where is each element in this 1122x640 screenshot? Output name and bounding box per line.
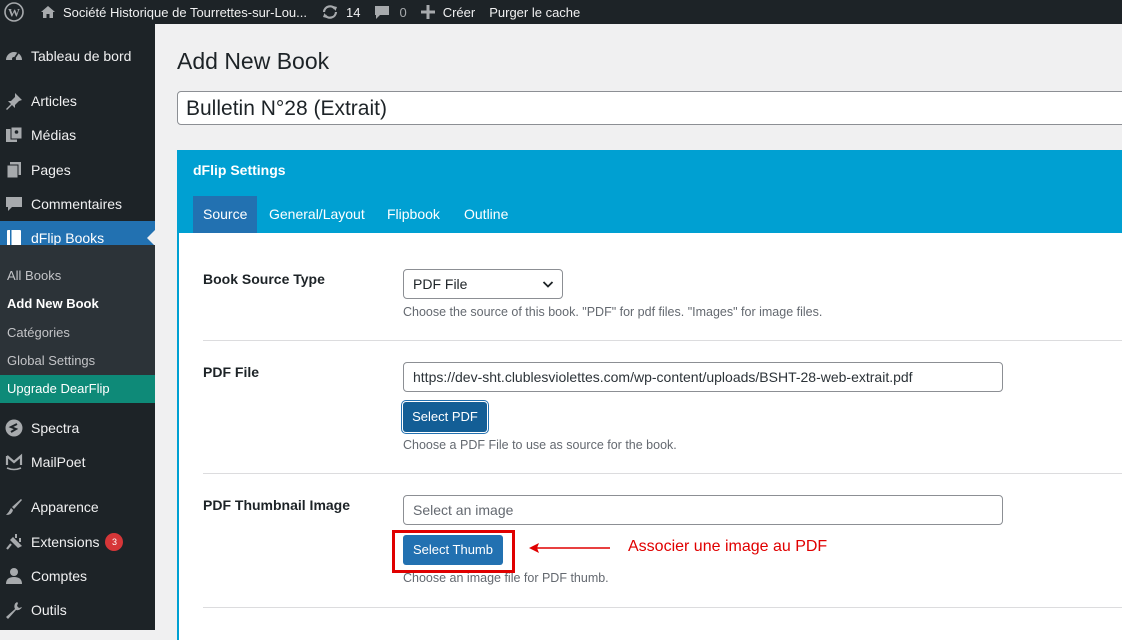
menu-label: Médias xyxy=(31,127,77,143)
menu-item-pages[interactable]: Pages xyxy=(0,153,155,187)
new-content-link[interactable]: Créer xyxy=(414,0,483,24)
svg-text:W: W xyxy=(8,6,20,20)
purge-cache-label: Purger le cache xyxy=(489,4,581,20)
submenu-upgrade-label: Upgrade DearFlip xyxy=(7,381,110,396)
menu-label: dFlip Books xyxy=(31,230,105,246)
menu-label: Articles xyxy=(31,93,77,109)
menu-item-spectra[interactable]: Spectra xyxy=(0,411,155,445)
media-icon xyxy=(4,125,24,145)
updates-count: 14 xyxy=(346,4,361,20)
menu-item-extensions[interactable]: Extensions 3 xyxy=(0,525,155,559)
row-divider xyxy=(203,340,1122,341)
pdf-file-url-input[interactable]: https://dev-sht.clublesviolettes.com/wp-… xyxy=(403,362,1003,392)
select-pdf-button[interactable]: Select PDF xyxy=(403,402,487,432)
menu-item-users[interactable]: Comptes xyxy=(0,559,155,593)
tab-outline[interactable]: Outline xyxy=(454,196,518,233)
purge-cache-link[interactable]: Purger le cache xyxy=(482,0,587,24)
menu-item-appearance[interactable]: Apparence xyxy=(0,490,155,524)
admin-bar: W Société Historique de Tourrettes-sur-L… xyxy=(0,0,1122,24)
tab-flipbook[interactable]: Flipbook xyxy=(377,196,450,233)
pdf-thumbnail-label: PDF Thumbnail Image xyxy=(203,497,351,513)
comments-count: 0 xyxy=(399,4,407,20)
menu-label: Commentaires xyxy=(31,196,123,212)
submenu-all-books[interactable]: All Books xyxy=(7,262,61,290)
submenu-upgrade-dearflip[interactable]: Upgrade DearFlip xyxy=(0,375,155,403)
menu-item-mailpoet[interactable]: MailPoet xyxy=(0,445,155,479)
spectra-icon xyxy=(4,418,24,438)
book-title-input[interactable]: Bulletin N°28 (Extrait) xyxy=(177,91,1122,125)
menu-label: Outils xyxy=(31,602,67,618)
plugin-icon xyxy=(4,532,24,552)
wordpress-logo-icon[interactable]: W xyxy=(0,0,33,24)
menu-label: MailPoet xyxy=(31,454,86,470)
menu-label: Comptes xyxy=(31,568,88,584)
tab-source[interactable]: Source xyxy=(193,196,258,233)
comments-link[interactable]: 0 xyxy=(367,0,413,24)
site-name-link[interactable]: Société Historique de Tourrettes-sur-Lou… xyxy=(33,0,314,24)
extensions-update-badge: 3 xyxy=(105,533,124,551)
menu-label: Spectra xyxy=(31,420,80,436)
updates-icon xyxy=(322,5,338,19)
site-name: Société Historique de Tourrettes-sur-Lou… xyxy=(63,4,307,20)
brush-icon xyxy=(4,497,24,517)
row-divider xyxy=(203,607,1122,608)
menu-item-media[interactable]: Médias xyxy=(0,118,155,152)
book-source-type-description: Choose the source of this book. "PDF" fo… xyxy=(403,305,823,319)
chevron-down-icon xyxy=(542,281,554,288)
book-source-type-select[interactable]: PDF File xyxy=(403,269,563,299)
panel-header: dFlip Settings Source General/Layout Fli… xyxy=(179,150,1122,233)
plus-icon xyxy=(420,5,435,19)
submenu-categories[interactable]: Catégories xyxy=(7,319,70,347)
menu-item-tools[interactable]: Outils xyxy=(0,593,155,627)
comment-icon xyxy=(4,194,24,214)
book-source-type-value: PDF File xyxy=(413,276,468,292)
panel-title: dFlip Settings xyxy=(193,162,286,178)
annotation-arrow-icon xyxy=(529,543,610,553)
tab-general-layout[interactable]: General/Layout xyxy=(259,196,375,233)
pdf-file-description: Choose a PDF File to use as source for t… xyxy=(403,438,677,452)
submenu-add-new-book[interactable]: Add New Book xyxy=(7,290,99,318)
book-source-type-label: Book Source Type xyxy=(203,271,325,287)
menu-label: Tableau de bord xyxy=(31,48,132,64)
submenu-global-settings[interactable]: Global Settings xyxy=(7,347,95,375)
menu-item-comments[interactable]: Commentaires xyxy=(0,187,155,221)
annotation-text: Associer une image au PDF xyxy=(628,538,828,555)
pin-icon xyxy=(4,91,24,111)
menu-label: Extensions xyxy=(31,534,100,550)
home-icon xyxy=(41,6,55,18)
new-content-label: Créer xyxy=(442,4,476,20)
menu-item-dashboard[interactable]: Tableau de bord xyxy=(0,39,155,73)
mailpoet-icon xyxy=(4,452,24,472)
row-divider xyxy=(203,473,1122,474)
menu-label: Apparence xyxy=(31,499,99,515)
highlight-box xyxy=(392,530,515,573)
admin-sidebar: Tableau de bord Articles Médias Pages Co… xyxy=(0,24,155,630)
pdf-thumbnail-description: Choose an image file for PDF thumb. xyxy=(403,571,609,585)
menu-item-articles[interactable]: Articles xyxy=(0,84,155,118)
comment-bubble-icon xyxy=(375,5,390,19)
dflip-settings-panel: dFlip Settings Source General/Layout Fli… xyxy=(177,150,1122,640)
menu-label: Pages xyxy=(31,162,71,178)
updates-link[interactable]: 14 xyxy=(314,0,367,24)
page-title: Add New Book xyxy=(177,48,330,74)
dashboard-icon xyxy=(4,46,24,66)
wrench-icon xyxy=(4,600,24,620)
user-icon xyxy=(4,566,24,586)
pages-icon xyxy=(4,160,24,180)
pdf-thumbnail-input[interactable]: Select an image xyxy=(403,495,1003,525)
pdf-file-label: PDF File xyxy=(203,364,260,380)
